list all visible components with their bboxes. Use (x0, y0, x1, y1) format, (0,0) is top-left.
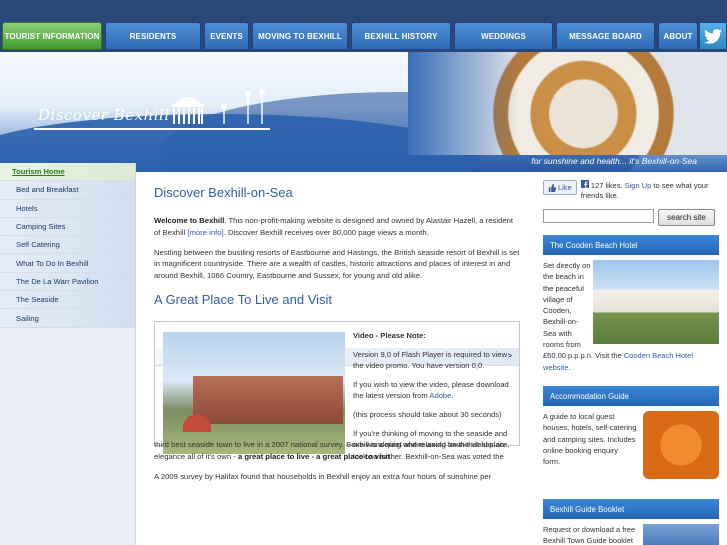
sidebar-item[interactable]: The De La Warr Pavilion (0, 272, 135, 292)
booklet-panel: Request or download a free Bexhill Town … (543, 524, 719, 545)
thumbs-up-icon (548, 183, 556, 192)
hotel-text: Set directly on the beach in the peacefu… (543, 260, 719, 373)
search-button[interactable]: search site (658, 209, 715, 226)
seafront-building (193, 375, 343, 424)
twitter-icon[interactable] (699, 22, 727, 50)
sidebar-item[interactable]: The Seaside (0, 291, 135, 310)
hotel-description-end: . (568, 362, 571, 372)
tab-about[interactable]: ABOUT (658, 22, 698, 50)
banner-tagline: for sunshine and health... it's Bexhill-… (531, 156, 697, 166)
search-input[interactable] (543, 209, 654, 223)
accommodation-photo[interactable] (643, 411, 719, 479)
hotel-panel-header[interactable]: The Cooden Beach Hotel (543, 235, 719, 255)
logo-underline (34, 128, 270, 130)
download-duration-text: (this process should take about 30 secon… (353, 409, 502, 419)
sidebar-item-label: Camping Sites (16, 222, 66, 232)
more-info-link[interactable]: [more info] (187, 228, 223, 237)
tab-weddings[interactable]: WEDDINGS (454, 22, 553, 50)
video-heading: Video - Please Note: (353, 330, 426, 340)
flow-bold: a great place to live - a great place to… (237, 451, 391, 461)
sidebar-navigation: Tourism HomeAbout Bexhill-on-SeaPhotogra… (0, 163, 520, 545)
tab-tourist-information[interactable]: TOURIST INFORMATION (2, 22, 102, 50)
facebook-like-text: 127 likes. Sign Up to see what your frie… (580, 180, 709, 200)
intro-paragraph: Nestling between the bustling resorts of… (154, 247, 520, 281)
survey-paragraph: A 2009 survey by Halifax found that hous… (154, 471, 492, 481)
page-title: Discover Bexhill-on-Sea (154, 185, 293, 200)
facebook-signup-link[interactable]: Sign Up (625, 181, 652, 190)
top-navigation: TOURIST INFORMATION RESIDENTS EVENTS MOV… (0, 0, 727, 52)
sidebar-item-label: Bed and Breakfast (16, 185, 79, 195)
tab-residents[interactable]: RESIDENTS (105, 22, 201, 50)
booklet-text: Request or download a free Bexhill Town … (543, 525, 636, 545)
sidebar-item-label: Self Catering (16, 240, 60, 250)
sidebar-item-label: The Seaside (16, 295, 59, 305)
sidebar-item-label: The De La Warr Pavilion (16, 276, 99, 286)
accommodation-panel: A guide to local guest houses, hotels, s… (543, 411, 719, 491)
accommodation-text: A guide to local guest houses, hotels, s… (543, 412, 637, 467)
seafront-photo (163, 331, 345, 454)
tab-events[interactable]: EVENTS (204, 22, 249, 50)
flow-paragraph: third best seaside town to live in a 200… (154, 439, 505, 461)
sidebar-item-label: What To Do In Bexhill (16, 258, 89, 268)
video-box: Video - Please Note: Version 9,0 of Flas… (154, 320, 520, 461)
facebook-icon (580, 180, 589, 188)
sidebar-item[interactable]: Hotels (0, 199, 135, 218)
welcome-tail: . Discover Bexhill receives over 80,000 … (223, 227, 429, 237)
flash-requirement-text: Version 9,0 of Flash Player is required … (353, 349, 508, 371)
sidebar-item[interactable]: Sailing (0, 309, 135, 328)
header-banner: Discover Bexhill for sunshine and health… (0, 52, 727, 172)
sidebar-item-label: Sailing (16, 313, 39, 323)
facebook-like-button[interactable]: Like (543, 180, 577, 195)
site-search: search site (543, 209, 719, 226)
tab-message-board[interactable]: MESSAGE BOARD (556, 22, 655, 50)
sidebar-item[interactable]: Tourism Home (0, 163, 135, 182)
sidebar-item[interactable]: Camping Sites (0, 217, 135, 237)
banner-photo (408, 52, 727, 155)
sidebar-item[interactable]: What To Do In Bexhill (0, 254, 135, 273)
guide-booklet-photo[interactable] (643, 524, 719, 545)
site-logo-text[interactable]: Discover Bexhill (38, 106, 170, 124)
section-title: A Great Place To Live and Visit (154, 291, 333, 307)
main-content: Discover Bexhill-on-Sea Welcome to Bexhi… (154, 185, 520, 490)
welcome-bold: Welcome to Bexhill (154, 216, 225, 225)
booklet-panel-header[interactable]: Bexhill Guide Booklet (543, 499, 719, 519)
facebook-like: Like 127 likes. Sign Up to see what your… (543, 180, 719, 201)
tab-moving-to-bexhill[interactable]: MOVING TO BEXHILL (252, 22, 348, 50)
flash-download-text: If you wish to view the video, please do… (353, 379, 509, 401)
sidebar-item-label: Tourism Home (12, 167, 65, 177)
adobe-link[interactable]: Adobe (429, 391, 451, 400)
sidebar-item-label: Hotels (16, 203, 38, 213)
sidebar-item[interactable]: Self Catering (0, 236, 135, 255)
accommodation-panel-header[interactable]: Accommodation Guide (543, 386, 719, 406)
pavilion-logo-icon (172, 89, 265, 124)
right-column: Like 127 likes. Sign Up to see what your… (543, 180, 719, 545)
sidebar-item[interactable]: Bed and Breakfast (0, 181, 135, 200)
welcome-paragraph: Welcome to Bexhill. This non-profit-maki… (154, 215, 520, 239)
hotel-panel: Set directly on the beach in the peacefu… (543, 260, 719, 378)
tab-bexhill-history[interactable]: BEXHILL HISTORY (351, 22, 451, 50)
